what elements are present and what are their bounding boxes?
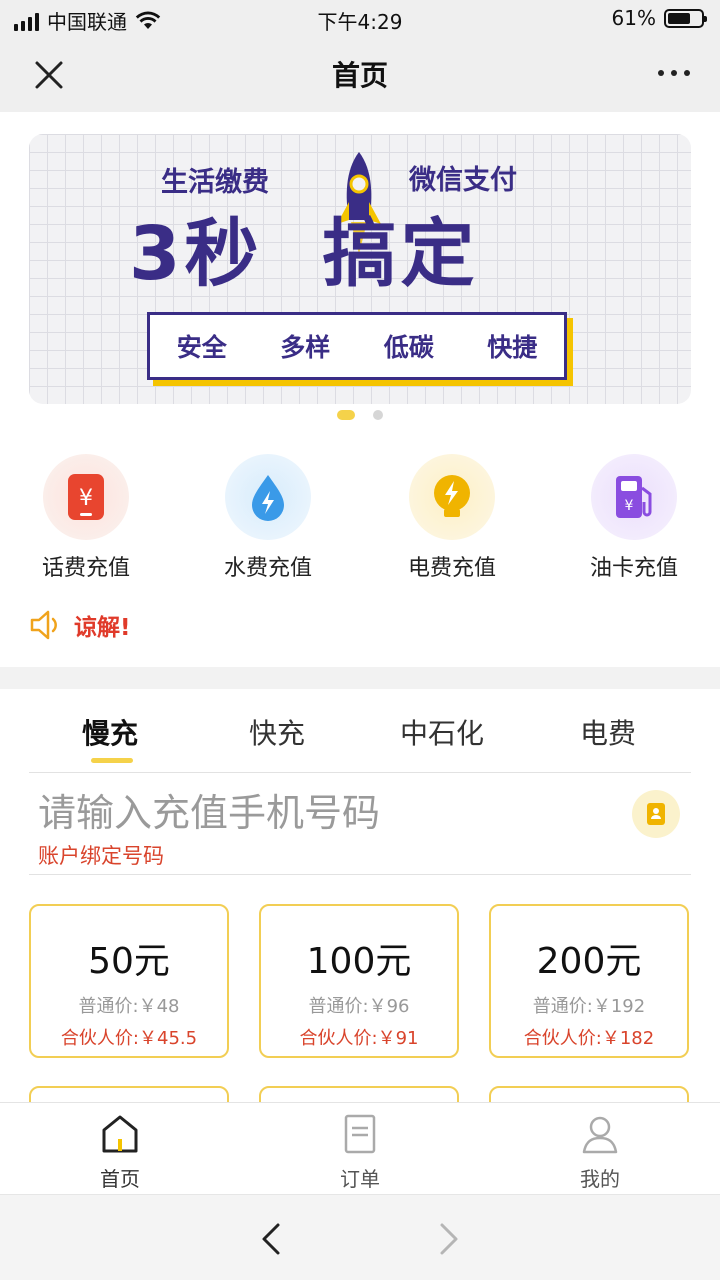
service-grid: ¥ 话费充值 水费充值 电费充值 ¥ 油卡充值 <box>0 454 720 584</box>
tabbar-orders[interactable]: 订单 <box>300 1113 420 1192</box>
tab-electricity[interactable]: 电费 <box>580 712 636 752</box>
normal-price: 普通价:￥48 <box>78 996 180 1017</box>
page-title: 首页 <box>331 59 388 92</box>
contacts-button[interactable] <box>632 790 680 838</box>
feature-label: 低碳 <box>375 322 434 364</box>
tabbar-label: 我的 <box>580 1167 620 1191</box>
svg-text:¥: ¥ <box>79 486 93 511</box>
partner-price: 合伙人价:￥45.5 <box>60 1028 198 1049</box>
divider-line <box>29 772 691 773</box>
gas-pump-icon: ¥ <box>591 454 677 540</box>
banner-headline-b: 搞定 <box>322 211 479 297</box>
service-electric-recharge[interactable]: 电费充值 <box>372 454 532 582</box>
carousel-dot-active[interactable] <box>337 410 355 420</box>
promo-banner[interactable]: 生活缴费 微信支付 3秒 搞定 安全 多样 低碳 快捷 <box>29 134 691 404</box>
service-fuel-recharge[interactable]: ¥ 油卡充值 <box>554 454 714 582</box>
banner-headline: 3秒 搞定 <box>129 194 479 301</box>
bind-number-link[interactable]: 账户绑定号码 <box>38 840 164 870</box>
phone-bill-icon: ¥ <box>43 454 129 540</box>
tab-sinopec[interactable]: 中石化 <box>400 712 484 752</box>
amount-card[interactable]: 100元 普通价:￥96 合伙人价:￥91 <box>259 904 459 1058</box>
bottom-tab-bar: 首页 订单 我的 <box>0 1102 720 1194</box>
banner-features: 安全 多样 低碳 快捷 <box>147 312 567 380</box>
normal-price: 普通价:￥192 <box>532 996 646 1017</box>
section-divider <box>0 667 720 689</box>
svg-text:¥: ¥ <box>625 498 634 514</box>
lightning-bulb-icon <box>409 454 495 540</box>
normal-price: 普通价:￥96 <box>308 996 410 1017</box>
recharge-tabs: 慢充 快充 中石化 电费 <box>0 690 720 774</box>
user-icon <box>582 1116 618 1154</box>
carousel-indicator[interactable] <box>0 410 720 420</box>
amount-card[interactable]: 200元 普通价:￥192 合伙人价:￥182 <box>489 904 689 1058</box>
service-label: 油卡充值 <box>589 556 678 581</box>
feature-label: 多样 <box>272 322 330 364</box>
amount-card[interactable]: 50元 普通价:￥48 合伙人价:￥45.5 <box>29 904 229 1058</box>
status-right: 61% <box>611 6 707 30</box>
battery-percent: 61% <box>611 6 656 30</box>
amount-value: 50元 <box>88 941 170 982</box>
more-icon[interactable] <box>658 70 690 76</box>
tab-slow-charge[interactable]: 慢充 <box>82 712 138 752</box>
divider-line <box>29 874 691 875</box>
tab-indicator <box>91 758 133 763</box>
service-label: 话费充值 <box>41 556 130 581</box>
contact-book-icon <box>647 803 665 825</box>
tab-fast-charge[interactable]: 快充 <box>249 712 305 752</box>
document-icon <box>344 1114 376 1154</box>
service-label: 电费充值 <box>407 556 496 581</box>
service-label: 水费充值 <box>223 556 312 581</box>
service-phone-recharge[interactable]: ¥ 话费充值 <box>6 454 166 582</box>
browser-toolbar <box>0 1194 720 1280</box>
phone-number-input[interactable] <box>38 788 618 838</box>
forward-arrow-icon[interactable] <box>428 1219 468 1259</box>
status-bar: 中国联通 下午4:29 61% <box>0 0 720 36</box>
amount-value: 100元 <box>306 941 412 982</box>
feature-label: 快捷 <box>479 322 537 364</box>
speaker-icon <box>30 610 57 640</box>
notice-text: 谅解! <box>74 615 131 641</box>
service-water-recharge[interactable]: 水费充值 <box>188 454 348 582</box>
amount-value: 200元 <box>536 941 642 982</box>
banner-headline-a: 3秒 <box>129 211 263 297</box>
partner-price: 合伙人价:￥91 <box>299 1028 419 1049</box>
home-icon <box>102 1115 138 1153</box>
nav-bar: 首页 <box>0 36 720 112</box>
tabbar-home[interactable]: 首页 <box>60 1113 180 1192</box>
tabbar-label: 订单 <box>340 1167 380 1191</box>
carousel-dot[interactable] <box>373 410 383 420</box>
battery-icon <box>664 8 707 28</box>
banner-tag-wechat: 微信支付 <box>409 165 517 196</box>
tabbar-label: 首页 <box>100 1167 140 1191</box>
feature-label: 安全 <box>168 322 227 364</box>
notice-bar[interactable]: 谅解! <box>28 608 131 642</box>
tabbar-mine[interactable]: 我的 <box>540 1113 660 1192</box>
water-drop-icon <box>225 454 311 540</box>
back-arrow-icon[interactable] <box>252 1219 292 1259</box>
partner-price: 合伙人价:￥182 <box>523 1028 655 1049</box>
